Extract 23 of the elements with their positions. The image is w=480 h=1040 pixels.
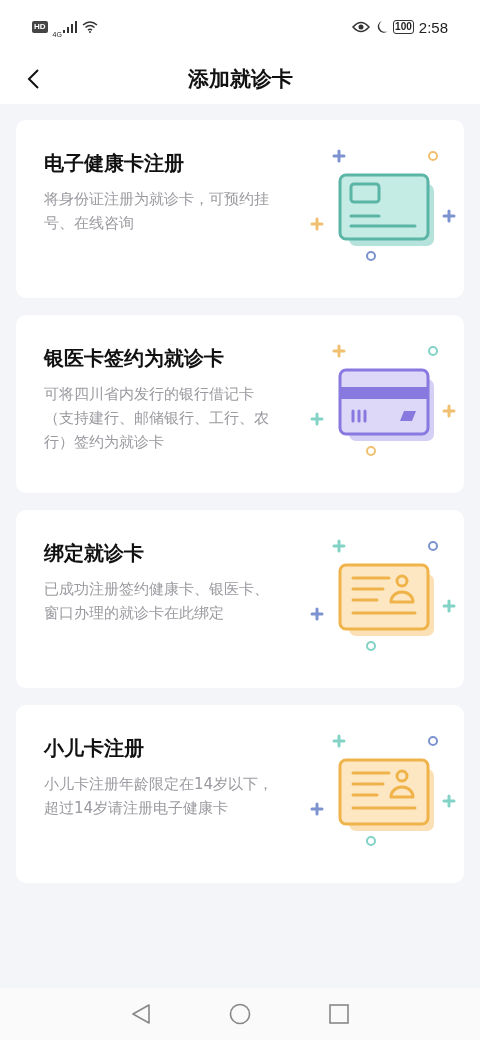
card-option[interactable]: 小儿卡注册 小儿卡注册年龄限定在14岁以下，超过14岁请注册电子健康卡 [16, 705, 464, 883]
card-option[interactable]: 绑定就诊卡 已成功注册签约健康卡、银医卡、窗口办理的就诊卡在此绑定 [16, 510, 464, 688]
back-nav-icon[interactable] [131, 1003, 151, 1025]
card-title: 电子健康卡注册 [44, 150, 185, 177]
eye-icon [352, 21, 371, 33]
battery-icon: 100 [393, 20, 414, 34]
hd-badge: HD [32, 21, 48, 33]
card-description: 将身份证注册为就诊卡，可预约挂号、在线咨询 [44, 189, 270, 234]
card-description: 已成功注册签约健康卡、银医卡、窗口办理的就诊卡在此绑定 [44, 579, 270, 624]
home-nav-icon[interactable] [229, 1003, 251, 1025]
wifi-icon [81, 21, 98, 33]
clock-time: 2:58 [418, 18, 448, 36]
back-icon [26, 68, 40, 90]
card-description: 可将四川省内发行的银行借记卡（支持建行、邮储银行、工行、农行）签约为就诊卡 [44, 384, 270, 453]
page-title: 添加就诊卡 [187, 66, 293, 93]
card-title: 小儿卡注册 [44, 735, 145, 762]
card-description: 小儿卡注册年龄限定在14岁以下，超过14岁请注册电子健康卡 [44, 774, 275, 819]
signal-icon [62, 21, 77, 33]
card-title: 绑定就诊卡 [44, 540, 145, 567]
card-title: 银医卡签约为就诊卡 [44, 345, 225, 372]
card-option[interactable]: 银医卡签约为就诊卡 可将四川省内发行的银行借记卡（支持建行、邮储银行、工行、农行）签约为就诊卡 [16, 315, 464, 493]
card-option[interactable]: 电子健康卡注册 将身份证注册为就诊卡，可预约挂号、在线咨询 [16, 120, 464, 298]
recents-nav-icon[interactable] [329, 1004, 349, 1024]
